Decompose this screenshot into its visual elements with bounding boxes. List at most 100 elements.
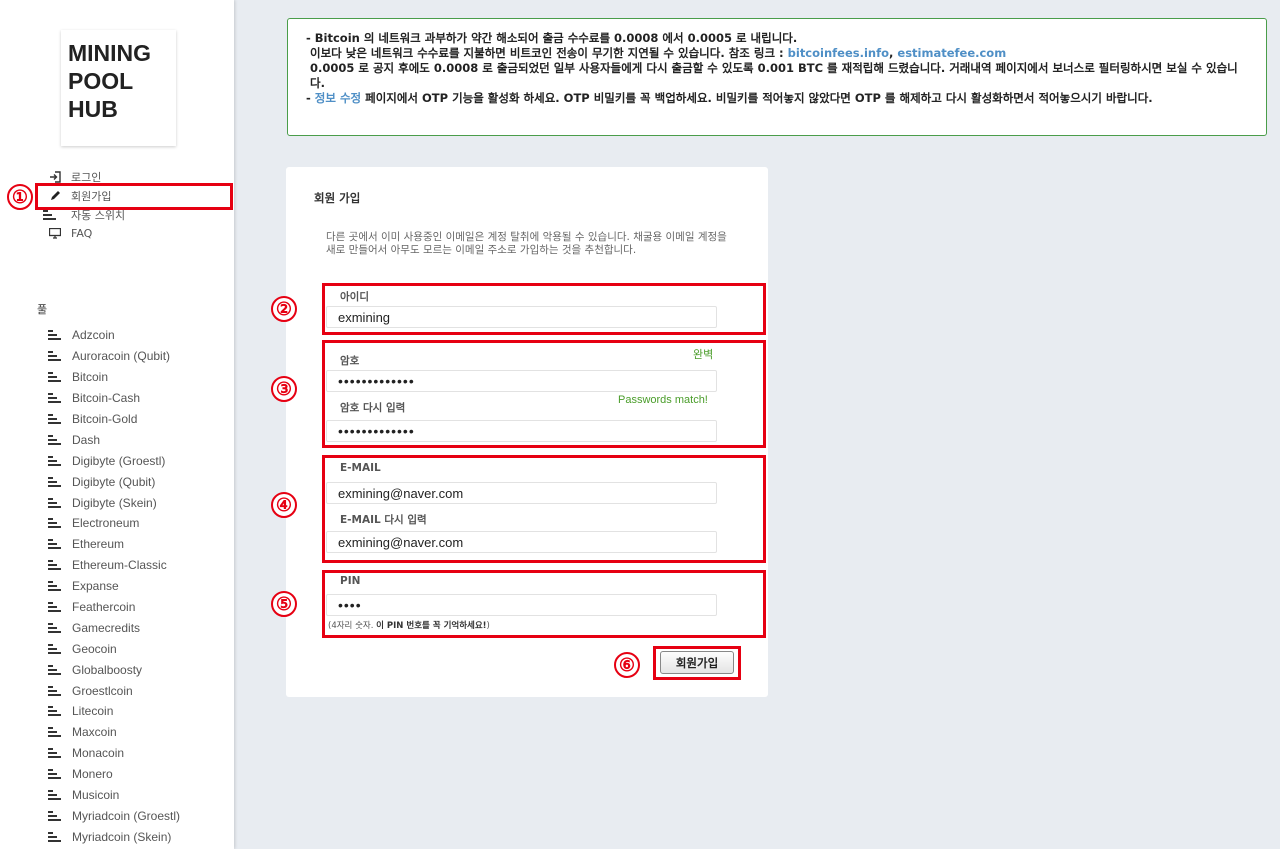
bars-icon bbox=[48, 602, 61, 613]
bars-icon bbox=[48, 664, 61, 675]
pool-item[interactable]: Digibyte (Qubit) bbox=[48, 471, 180, 492]
bars-icon bbox=[48, 539, 61, 550]
bars-icon bbox=[48, 434, 61, 445]
pool-item[interactable]: Globalboosty bbox=[48, 659, 180, 680]
pools-heading: 풀 bbox=[37, 303, 48, 316]
pool-item[interactable]: Litecoin bbox=[48, 701, 180, 722]
pool-item-label: Electroneum bbox=[72, 516, 140, 531]
pool-item[interactable]: Adzcoin bbox=[48, 325, 180, 346]
bars-icon bbox=[48, 476, 61, 487]
bars-icon bbox=[48, 581, 61, 592]
pool-item[interactable]: Bitcoin bbox=[48, 367, 180, 388]
pool-item[interactable]: Dash bbox=[48, 429, 180, 450]
bars-icon bbox=[48, 372, 61, 383]
pool-item-label: Monero bbox=[72, 767, 113, 782]
pool-item[interactable]: Bitcoin-Gold bbox=[48, 409, 180, 430]
link-bitcoinfees[interactable]: bitcoinfees.info bbox=[788, 46, 889, 60]
pool-item-label: Ethereum-Classic bbox=[72, 558, 167, 573]
annotation-number-4: ④ bbox=[271, 492, 297, 518]
bars-icon bbox=[48, 790, 61, 801]
pool-item[interactable]: Digibyte (Skein) bbox=[48, 492, 180, 513]
bars-icon bbox=[48, 769, 61, 780]
pool-item-label: Dash bbox=[72, 432, 101, 447]
form-title: 회원 가입 bbox=[314, 191, 361, 205]
notice-line-1: - Bitcoin 의 네트워크 과부하가 약간 해소되어 출금 수수료를 0.… bbox=[306, 31, 798, 45]
notice-line-4: - 정보 수정 페이지에서 OTP 기능을 활성화 하세요. OTP 비밀키를 … bbox=[306, 91, 1153, 105]
link-estimatefee[interactable]: estimatefee.com bbox=[897, 46, 1006, 60]
pool-item[interactable]: Maxcoin bbox=[48, 722, 180, 743]
pool-item-label: Geocoin bbox=[72, 641, 117, 656]
annotation-box-3 bbox=[322, 340, 766, 448]
pool-item-label: Bitcoin-Gold bbox=[72, 412, 138, 426]
monitor-icon bbox=[48, 228, 62, 240]
pool-item-label: Bitcoin-Cash bbox=[72, 391, 141, 406]
pool-item-label: Ethereum bbox=[72, 537, 125, 552]
pool-item-label: Myriadcoin (Skein) bbox=[72, 829, 172, 844]
pool-item-label: Maxcoin bbox=[72, 725, 117, 740]
pool-list: Adzcoin Auroracoin (Qubit) Bitcoin Bitcoin-… bbox=[48, 325, 180, 847]
link-edit-account[interactable]: 정보 수정 bbox=[315, 91, 361, 105]
notice-line-3: 0.0005 로 공지 후에도 0.0008 로 출금되었던 일부 사용자들에게… bbox=[310, 61, 1238, 90]
pool-item-label: Groestlcoin bbox=[72, 683, 133, 698]
pool-item[interactable]: Feathercoin bbox=[48, 597, 180, 618]
bars-icon bbox=[48, 560, 61, 571]
annotation-number-1: ① bbox=[7, 184, 33, 210]
pool-item[interactable]: Geocoin bbox=[48, 638, 180, 659]
bars-icon bbox=[48, 622, 61, 633]
pool-item-label: Gamecredits bbox=[72, 620, 141, 635]
bars-icon bbox=[48, 393, 61, 404]
pool-item-label: Monacoin bbox=[72, 746, 125, 761]
annotation-box-2 bbox=[322, 283, 766, 335]
pool-item[interactable]: Myriadcoin (Groestl) bbox=[48, 805, 180, 826]
pool-item[interactable]: Groestlcoin bbox=[48, 680, 180, 701]
bars-icon bbox=[48, 414, 61, 424]
login-icon bbox=[48, 170, 62, 183]
sidebar: MINING POOL HUB 로그인 회원가입 자동 스위치 FAQ 풀 Ad… bbox=[0, 0, 234, 849]
bars-icon bbox=[48, 518, 61, 529]
notice-bitcoin: Bitcoin bbox=[314, 31, 360, 45]
bars-icon bbox=[48, 685, 61, 696]
bars-icon bbox=[48, 727, 61, 738]
pool-item-label: Bitcoin bbox=[72, 370, 109, 385]
pool-item-label: Litecoin bbox=[72, 704, 114, 719]
annotation-box-1 bbox=[35, 183, 233, 210]
pool-item[interactable]: Ethereum-Classic bbox=[48, 555, 180, 576]
pool-item[interactable]: Monacoin bbox=[48, 743, 180, 764]
pool-item[interactable]: Auroracoin (Qubit) bbox=[48, 346, 180, 367]
form-description: 다른 곳에서 이미 사용중인 이메일은 계정 탈취에 악용될 수 있습니다. 채… bbox=[326, 231, 727, 256]
pool-item[interactable]: Myriadcoin (Skein) bbox=[48, 826, 180, 847]
nav-faq[interactable]: FAQ bbox=[48, 224, 125, 243]
annotation-number-2: ② bbox=[271, 296, 297, 322]
pool-item-label: Digibyte (Qubit) bbox=[72, 474, 156, 489]
annotation-box-6 bbox=[653, 646, 741, 680]
pool-item[interactable]: Gamecredits bbox=[48, 617, 180, 638]
bars-icon bbox=[48, 330, 61, 341]
pool-item-label: Digibyte (Skein) bbox=[72, 495, 157, 510]
pool-item[interactable]: Ethereum bbox=[48, 534, 180, 555]
bars-icon bbox=[48, 455, 61, 466]
annotation-box-4 bbox=[322, 455, 766, 563]
pool-item[interactable]: Digibyte (Groestl) bbox=[48, 450, 180, 471]
pool-item-label: Expanse bbox=[72, 579, 119, 594]
pool-item[interactable]: Musicoin bbox=[48, 785, 180, 806]
annotation-box-5 bbox=[322, 570, 766, 638]
logo-line-1: MINING bbox=[68, 40, 152, 66]
logo-line-3: HUB bbox=[68, 96, 118, 122]
notice-box: - Bitcoin 의 네트워크 과부하가 약간 해소되어 출금 수수료를 0.… bbox=[287, 18, 1267, 136]
pool-item[interactable]: Bitcoin-Cash bbox=[48, 388, 180, 409]
bars-icon bbox=[48, 810, 61, 821]
bars-icon bbox=[48, 831, 61, 842]
pool-item[interactable]: Expanse bbox=[48, 576, 180, 597]
logo[interactable]: MINING POOL HUB bbox=[61, 30, 176, 146]
bars-icon bbox=[48, 748, 61, 759]
pool-item[interactable]: Monero bbox=[48, 764, 180, 785]
bars-icon bbox=[43, 209, 62, 221]
pool-item-label: Feathercoin bbox=[72, 600, 136, 615]
annotation-number-5: ⑤ bbox=[271, 591, 297, 617]
pool-item[interactable]: Electroneum bbox=[48, 513, 180, 534]
pool-item-label: Myriadcoin (Groestl) bbox=[72, 808, 181, 823]
pool-item-label: Musicoin bbox=[72, 788, 120, 803]
notice-line-2: 이보다 낮은 네트워크 수수료를 지불하면 비트코인 전송이 무기한 지연될 수… bbox=[310, 46, 1007, 60]
bars-icon bbox=[48, 497, 61, 508]
annotation-number-3: ③ bbox=[271, 376, 297, 402]
